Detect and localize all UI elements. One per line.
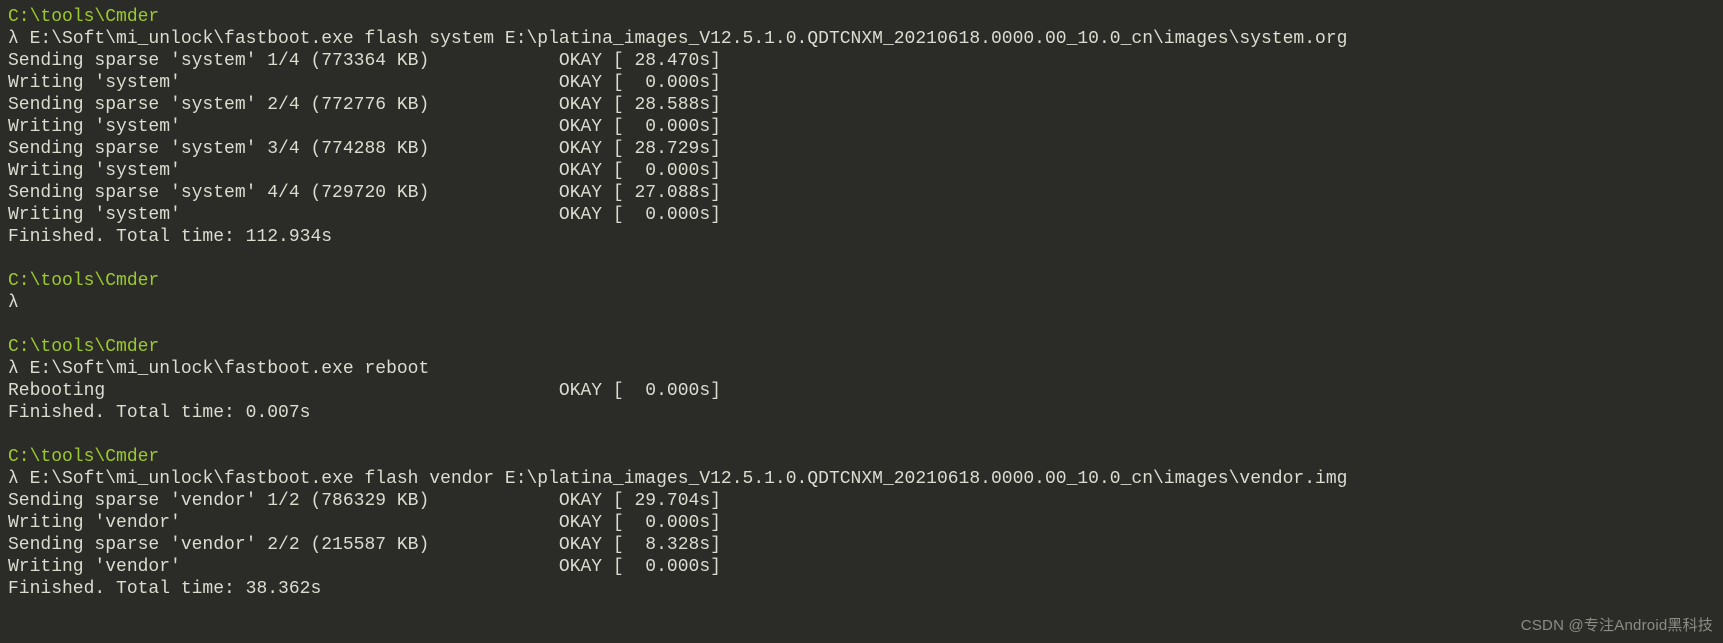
prompt-symbol: λ <box>8 293 19 313</box>
command-text: E:\Soft\mi_unlock\fastboot.exe flash ven… <box>30 469 1348 489</box>
output-line: Sending sparse 'system' 1/4 (773364 KB) … <box>8 50 1715 72</box>
command-line: λ E:\Soft\mi_unlock\fastboot.exe reboot <box>8 358 1715 380</box>
output-line: Sending sparse 'system' 4/4 (729720 KB) … <box>8 182 1715 204</box>
output-line: Finished. Total time: 38.362s <box>8 578 1715 600</box>
command-text: E:\Soft\mi_unlock\fastboot.exe flash sys… <box>30 29 1348 49</box>
prompt-symbol: λ <box>8 359 30 379</box>
output-line: Sending sparse 'vendor' 1/2 (786329 KB) … <box>8 490 1715 512</box>
prompt-path: C:\tools\Cmder <box>8 336 1715 358</box>
command-line: λ E:\Soft\mi_unlock\fastboot.exe flash v… <box>8 468 1715 490</box>
prompt-symbol: λ <box>8 29 30 49</box>
output-line: Sending sparse 'system' 3/4 (774288 KB) … <box>8 138 1715 160</box>
prompt-path: C:\tools\Cmder <box>8 6 1715 28</box>
output-line: Writing 'vendor' OKAY [ 0.000s] <box>8 512 1715 534</box>
prompt-path: C:\tools\Cmder <box>8 270 1715 292</box>
blank-line <box>8 248 1715 270</box>
output-line: Sending sparse 'vendor' 2/2 (215587 KB) … <box>8 534 1715 556</box>
output-line: Writing 'vendor' OKAY [ 0.000s] <box>8 556 1715 578</box>
prompt-path: C:\tools\Cmder <box>8 446 1715 468</box>
output-line: Writing 'system' OKAY [ 0.000s] <box>8 204 1715 226</box>
output-line: Writing 'system' OKAY [ 0.000s] <box>8 72 1715 94</box>
csdn-watermark: CSDN @专注Android黑科技 <box>1521 615 1713 637</box>
command-line: λ <box>8 292 1715 314</box>
output-line: Finished. Total time: 112.934s <box>8 226 1715 248</box>
blank-line <box>8 424 1715 446</box>
output-line: Finished. Total time: 0.007s <box>8 402 1715 424</box>
terminal-output[interactable]: C:\tools\Cmderλ E:\Soft\mi_unlock\fastbo… <box>0 0 1723 606</box>
output-line: Writing 'system' OKAY [ 0.000s] <box>8 116 1715 138</box>
prompt-symbol: λ <box>8 469 30 489</box>
command-text: E:\Soft\mi_unlock\fastboot.exe reboot <box>30 359 430 379</box>
output-line: Rebooting OKAY [ 0.000s] <box>8 380 1715 402</box>
output-line: Writing 'system' OKAY [ 0.000s] <box>8 160 1715 182</box>
command-line: λ E:\Soft\mi_unlock\fastboot.exe flash s… <box>8 28 1715 50</box>
output-line: Sending sparse 'system' 2/4 (772776 KB) … <box>8 94 1715 116</box>
blank-line <box>8 314 1715 336</box>
